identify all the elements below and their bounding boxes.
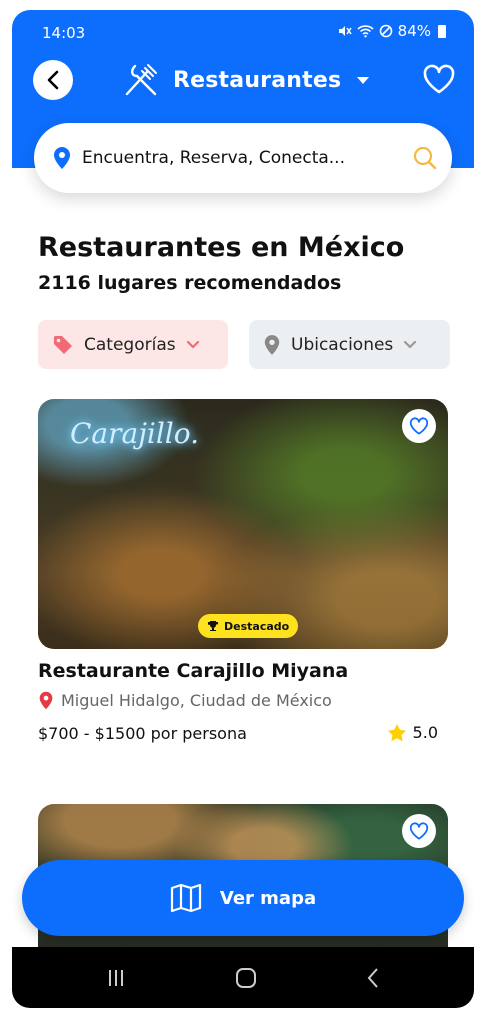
heart-icon [409,822,429,840]
locations-filter[interactable]: Ubicaciones [249,320,450,369]
status-time: 14:03 [42,24,86,42]
system-navigation-bar [12,947,474,1008]
trophy-icon [208,621,219,631]
search-input[interactable]: Encuentra, Reserva, Conecta... [82,148,412,168]
search-icon[interactable] [412,145,438,171]
home-icon[interactable] [235,967,257,989]
status-icons: 84% [336,22,446,40]
chevron-down-icon [404,340,417,349]
status-bar: 14:03 84% [12,10,474,54]
restaurant-location: Miguel Hidalgo, Ciudad de México [38,691,332,710]
categories-filter[interactable]: Categorías [38,320,228,369]
wifi-icon [357,25,374,38]
heart-icon [423,64,455,94]
location-pin-icon [54,147,70,169]
back-nav-icon[interactable] [366,967,380,989]
rating-value: 5.0 [412,723,438,742]
battery-level: 84% [397,22,431,40]
featured-label: Destacado [224,619,290,633]
restaurant-sign: Carajillo. [70,417,200,450]
featured-badge: Destacado [198,614,299,638]
search-bar[interactable]: Encuentra, Reserva, Conecta... [34,123,452,193]
page-title: Restaurantes en México [38,232,405,263]
categories-label: Categorías [84,334,176,355]
location-pin-icon [264,334,280,355]
location-pin-icon [39,691,53,710]
chevron-left-icon [47,70,59,90]
price-range: $700 - $1500 por persona [38,724,247,743]
location-text: Miguel Hidalgo, Ciudad de México [61,691,332,710]
locations-label: Ubicaciones [291,334,394,355]
rating: 5.0 [387,723,438,742]
battery-icon [438,24,446,38]
view-map-button[interactable]: Ver mapa [22,860,464,936]
dnd-icon [379,24,392,38]
favorite-button[interactable] [402,814,436,848]
back-button[interactable] [33,60,73,100]
favorites-button[interactable] [422,64,456,98]
map-icon [170,883,201,913]
heart-icon [409,417,429,435]
recent-apps-icon[interactable] [106,968,126,988]
app-screen: 14:03 84% Restaurantes Encuentra, Reserv… [12,10,474,1008]
results-count: 2116 lugares recomendados [38,272,342,294]
mute-icon [338,26,352,36]
restaurant-name[interactable]: Restaurante Carajillo Miyana [38,660,348,682]
fork-knife-icon [125,64,157,96]
category-selector[interactable]: Restaurantes [123,58,370,102]
restaurant-card-image[interactable]: Carajillo. Destacado [38,399,448,649]
favorite-button[interactable] [402,409,436,443]
chevron-down-icon [186,340,199,349]
star-icon [387,724,406,742]
header-title: Restaurantes [173,67,342,93]
caret-down-icon [357,76,370,84]
tag-icon [54,335,72,354]
view-map-label: Ver mapa [219,887,317,909]
